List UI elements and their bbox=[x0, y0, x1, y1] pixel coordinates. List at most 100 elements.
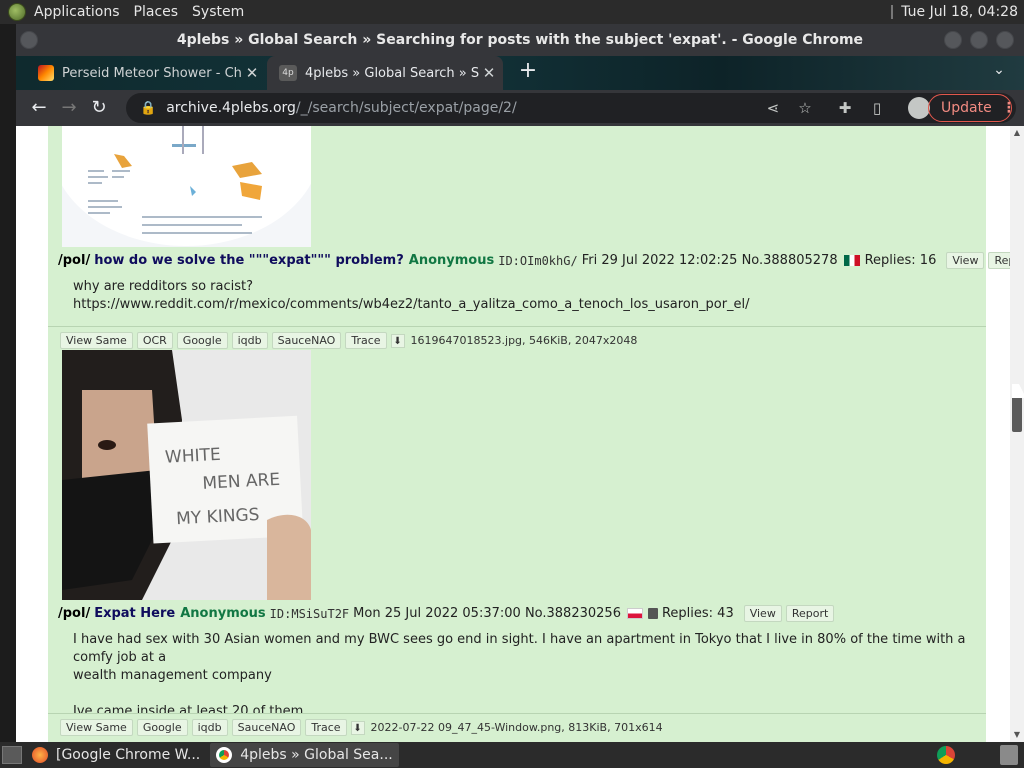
sign-text-line: WHITE bbox=[165, 445, 222, 468]
view-button[interactable]: View bbox=[946, 252, 985, 269]
report-button[interactable]: Report bbox=[785, 605, 835, 622]
window-titlebar[interactable]: 4plebs » Global Search » Searching for p… bbox=[16, 24, 1024, 56]
poster-name: Anonymous bbox=[180, 606, 266, 621]
tab-perseid[interactable]: Perseid Meteor Shower - Chro ✕ bbox=[26, 56, 266, 90]
tab-close-icon[interactable]: ✕ bbox=[479, 64, 499, 82]
close-window-icon[interactable] bbox=[996, 31, 1014, 49]
board-link[interactable]: /pol/ bbox=[58, 253, 90, 268]
download-icon[interactable]: ⬇ bbox=[390, 333, 405, 348]
panel-separator bbox=[891, 5, 894, 19]
trash-icon bbox=[647, 608, 658, 619]
taskbar-item-chrome-window[interactable]: [Google Chrome W... bbox=[26, 743, 206, 767]
taskbar-item-4plebs[interactable]: 4plebs » Global Sea... bbox=[210, 743, 399, 767]
trace-button[interactable]: Trace bbox=[345, 332, 387, 349]
url-text[interactable]: archive.4plebs.org/_/search/subject/expa… bbox=[166, 100, 516, 116]
map-thumbnail-image[interactable] bbox=[62, 126, 311, 247]
places-menu[interactable]: Places bbox=[134, 4, 179, 20]
post-number-link[interactable]: No.388805278 bbox=[742, 253, 838, 268]
poster-id[interactable]: ID:OIm0khG/ bbox=[498, 254, 577, 268]
update-button[interactable]: Update ⋮ bbox=[928, 94, 1016, 122]
google-button[interactable]: Google bbox=[136, 719, 188, 736]
post: View Same Google iqdb SauceNAO Trace ⬇ 2… bbox=[48, 714, 986, 742]
saucenao-button[interactable]: SauceNAO bbox=[271, 332, 342, 349]
post-subject: Expat Here bbox=[94, 606, 176, 621]
scroll-up-arrow-icon[interactable]: ▲ bbox=[1010, 128, 1024, 137]
scroll-down-arrow-icon[interactable]: ▼ bbox=[1010, 730, 1024, 739]
window-title: 4plebs » Global Search » Searching for p… bbox=[176, 32, 864, 48]
extensions-puzzle-icon[interactable]: ✚ bbox=[834, 97, 856, 119]
poster-name: Anonymous bbox=[408, 253, 495, 268]
poland-flag-icon bbox=[626, 608, 643, 619]
replies-count: Replies: 16 bbox=[864, 253, 937, 268]
ocr-button[interactable]: OCR bbox=[136, 332, 173, 349]
post-number-link[interactable]: No.388230256 bbox=[525, 606, 621, 621]
back-arrow-icon[interactable]: ← bbox=[24, 93, 54, 123]
distro-logo-icon[interactable] bbox=[8, 3, 26, 21]
page-viewport: /pol/ how do we solve the """expat""" pr… bbox=[16, 126, 1010, 742]
profile-avatar-icon[interactable] bbox=[908, 97, 930, 119]
lock-icon[interactable]: 🔒 bbox=[140, 101, 156, 116]
clock[interactable]: Tue Jul 18, 04:28 bbox=[901, 4, 1018, 20]
tab-close-icon[interactable]: ✕ bbox=[242, 64, 262, 82]
search-results: /pol/ how do we solve the """expat""" pr… bbox=[48, 126, 1010, 742]
more-menu-icon[interactable]: ⋮ bbox=[1002, 100, 1016, 116]
browser-toolbar: ← → ↻ 🔒 archive.4plebs.org/_/search/subj… bbox=[16, 90, 1024, 126]
mouse-cursor-icon bbox=[1012, 384, 1024, 398]
post-text-line: why are redditors so racist? bbox=[73, 279, 254, 294]
tab-search-chevron-icon[interactable]: ⌄ bbox=[988, 62, 1010, 84]
minimize-icon[interactable] bbox=[944, 31, 962, 49]
firefox-icon bbox=[32, 747, 48, 763]
meteor-favicon-icon bbox=[38, 65, 54, 81]
iqdb-button[interactable]: iqdb bbox=[231, 332, 268, 349]
file-info: 2022-07-22 09_47_45-Window.png, 813KiB, … bbox=[370, 721, 663, 734]
image-tools: View Same OCR Google iqdb SauceNAO Trace… bbox=[60, 332, 637, 349]
iqdb-button[interactable]: iqdb bbox=[191, 719, 228, 736]
post-text-line: I have had sex with 30 Asian women and m… bbox=[73, 632, 966, 665]
mexico-flag-icon bbox=[843, 255, 860, 266]
applications-menu[interactable]: Applications bbox=[34, 4, 120, 20]
show-desktop-icon[interactable] bbox=[2, 746, 22, 764]
saucenao-button[interactable]: SauceNAO bbox=[231, 719, 302, 736]
maximize-icon[interactable] bbox=[970, 31, 988, 49]
trace-button[interactable]: Trace bbox=[305, 719, 347, 736]
chrome-tray-icon[interactable] bbox=[937, 746, 955, 764]
post-text-line bbox=[73, 685, 986, 703]
image-tools: View Same Google iqdb SauceNAO Trace ⬇ 2… bbox=[60, 719, 663, 736]
replies-count: Replies: 43 bbox=[661, 606, 734, 621]
bookmark-star-icon[interactable]: ☆ bbox=[794, 97, 816, 119]
board-link[interactable]: /pol/ bbox=[58, 606, 90, 621]
view-same-button[interactable]: View Same bbox=[60, 719, 133, 736]
view-same-button[interactable]: View Same bbox=[60, 332, 133, 349]
4plebs-favicon-icon: 4p bbox=[279, 65, 297, 81]
post-header: /pol/ Expat Here Anonymous ID:MSiSuT2F M… bbox=[58, 605, 838, 622]
post: View Same OCR Google iqdb SauceNAO Trace… bbox=[48, 327, 986, 719]
taskbar: [Google Chrome W... 4plebs » Global Sea.… bbox=[0, 742, 1024, 768]
view-button[interactable]: View bbox=[743, 605, 782, 622]
post-date: Fri 29 Jul 2022 12:02:25 bbox=[581, 253, 738, 268]
address-bar[interactable]: 🔒 archive.4plebs.org/_/search/subject/ex… bbox=[126, 93, 1016, 123]
post-body: I have had sex with 30 Asian women and m… bbox=[73, 631, 986, 721]
tab-title: Perseid Meteor Shower - Chro bbox=[62, 65, 242, 81]
system-menu[interactable]: System bbox=[192, 4, 244, 20]
post-link[interactable]: https://www.reddit.com/r/mexico/comments… bbox=[73, 296, 750, 314]
post-header: /pol/ how do we solve the """expat""" pr… bbox=[58, 252, 1010, 269]
download-icon[interactable]: ⬇ bbox=[350, 720, 365, 735]
share-icon[interactable]: ⋖ bbox=[762, 97, 784, 119]
forward-arrow-icon[interactable]: → bbox=[54, 93, 84, 123]
taskbar-item-label: [Google Chrome W... bbox=[56, 747, 201, 763]
top-panel: Applications Places System Tue Jul 18, 0… bbox=[0, 0, 1024, 24]
tab-strip: Perseid Meteor Shower - Chro ✕ 4p 4plebs… bbox=[16, 56, 1024, 90]
google-button[interactable]: Google bbox=[176, 332, 228, 349]
sign-text-line: MEN ARE bbox=[202, 470, 281, 494]
tab-4plebs[interactable]: 4p 4plebs » Global Search » Sea ✕ bbox=[267, 56, 503, 90]
trash-tray-icon[interactable] bbox=[1000, 745, 1018, 765]
reload-icon[interactable]: ↻ bbox=[84, 93, 114, 123]
poster-id[interactable]: ID:MSiSuT2F bbox=[270, 607, 349, 621]
side-panel-icon[interactable]: ▯ bbox=[866, 97, 888, 119]
chrome-icon bbox=[216, 747, 233, 763]
new-tab-plus-icon[interactable]: + bbox=[516, 60, 540, 84]
vertical-scrollbar[interactable]: ▲ ▼ bbox=[1010, 126, 1024, 742]
window-menu-icon[interactable] bbox=[20, 31, 38, 49]
report-button[interactable]: Report bbox=[988, 252, 1010, 269]
photo-thumbnail-image[interactable]: WHITE MEN ARE MY KINGS bbox=[62, 350, 311, 600]
